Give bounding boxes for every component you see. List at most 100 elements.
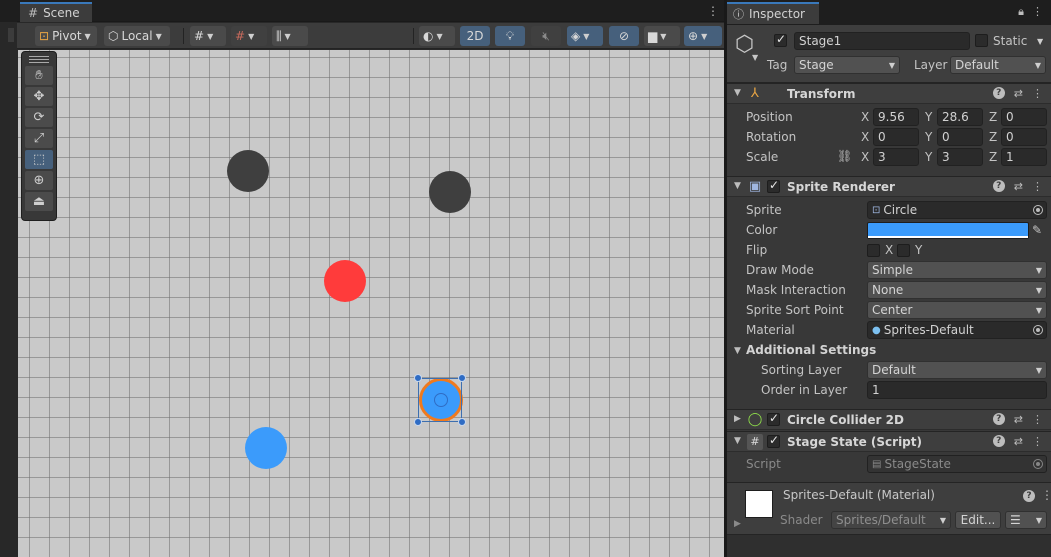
sorting-layer-dropdown[interactable]: Default ▼ xyxy=(867,361,1047,379)
eyedropper-icon[interactable]: ✎ xyxy=(1032,223,1042,237)
tools-overlay: ✋︎ ✥ ⟳ ⤢ ⬚ ⊕ ⏏ xyxy=(21,51,57,221)
gizmo-handle[interactable] xyxy=(414,374,422,382)
object-picker-icon[interactable] xyxy=(1033,205,1043,215)
sprite-renderer-header[interactable]: ▼ ▣ Sprite Renderer ? ⇄ ⋮ xyxy=(727,176,1051,197)
fold-right-icon[interactable]: ▶ xyxy=(734,414,741,424)
collider-enabled-checkbox[interactable] xyxy=(767,411,780,426)
more-vertical-icon[interactable]: ⋮ xyxy=(1032,87,1043,100)
more-vertical-icon[interactable]: ⋮ xyxy=(1032,413,1043,426)
transform-tool-icon[interactable]: ⊕ xyxy=(25,171,53,190)
fold-right-icon[interactable]: ▶ xyxy=(734,519,741,529)
additional-settings-label[interactable]: Additional Settings xyxy=(746,343,876,357)
chevron-down-icon[interactable]: ▼ xyxy=(1037,37,1043,46)
active-checkbox[interactable] xyxy=(774,32,787,47)
scale-y-field[interactable]: 3 xyxy=(937,148,983,166)
gizmo-handle[interactable] xyxy=(458,374,466,382)
position-z-field[interactable]: 0 xyxy=(1001,108,1047,126)
gizmo-handle[interactable] xyxy=(414,418,422,426)
dark-circle-sprite[interactable] xyxy=(429,171,471,213)
scene-visibility-button[interactable]: ⊘ xyxy=(609,26,639,46)
script-enabled-checkbox[interactable] xyxy=(767,433,780,448)
fold-down-icon[interactable]: ▼ xyxy=(734,436,741,446)
space-dropdown[interactable]: ⬡ Local ▼ xyxy=(104,26,170,46)
fold-down-icon[interactable]: ▼ xyxy=(734,88,741,98)
layer-dropdown[interactable]: Default ▼ xyxy=(950,56,1046,74)
stage-state-header[interactable]: ▼ # Stage State (Script) ? ⇄ ⋮ xyxy=(727,431,1051,452)
tag-dropdown[interactable]: Stage ▼ xyxy=(794,56,900,74)
preset-icon[interactable]: ⇄ xyxy=(1014,180,1023,193)
mode-2d-button[interactable]: 2D xyxy=(460,26,490,46)
shader-options-button[interactable]: ☰ ▼ xyxy=(1005,511,1047,529)
object-picker-icon[interactable] xyxy=(1033,325,1043,335)
rotation-y-field[interactable]: 0 xyxy=(937,128,983,146)
scene-viewport[interactable] xyxy=(18,50,724,557)
scale-x-field[interactable]: 3 xyxy=(873,148,919,166)
scale-z-field[interactable]: 1 xyxy=(1001,148,1047,166)
grid-visibility-button[interactable]: ⫼ ▼ xyxy=(272,26,308,46)
red-circle-sprite[interactable] xyxy=(324,260,366,302)
transform-header[interactable]: ▼ ⅄ Transform ? ⇄ ⋮ xyxy=(727,83,1051,104)
edit-shader-button[interactable]: Edit... xyxy=(955,511,1001,529)
more-vertical-icon[interactable]: ⋮ xyxy=(1032,5,1043,19)
sort-point-dropdown[interactable]: Center ▼ xyxy=(867,301,1047,319)
rotation-z-field[interactable]: 0 xyxy=(1001,128,1047,146)
order-in-layer-field[interactable]: 1 xyxy=(867,381,1047,399)
tab-inspector[interactable]: ⓘ Inspector xyxy=(727,2,819,24)
draw-mode-dropdown[interactable]: Simple ▼ xyxy=(867,261,1047,279)
fold-down-icon[interactable]: ▼ xyxy=(734,181,741,191)
position-x-field[interactable]: 9.56 xyxy=(873,108,919,126)
inspector-tabbar: ⓘ Inspector 🔒︎ ⋮ xyxy=(727,0,1051,25)
rect-transform-gizmo[interactable] xyxy=(414,374,466,426)
static-checkbox[interactable] xyxy=(975,34,988,47)
sprite-field[interactable]: ⊡ Circle xyxy=(867,201,1047,219)
grid-snap-button[interactable]: # ▼ xyxy=(190,26,226,46)
sprite-renderer-enabled-checkbox[interactable] xyxy=(767,178,780,193)
rotate-tool-icon[interactable]: ⟳ xyxy=(25,108,53,127)
preset-icon[interactable]: ⇄ xyxy=(1014,413,1023,426)
rect-tool-icon[interactable]: ⬚ xyxy=(25,150,53,169)
help-icon[interactable]: ? xyxy=(992,435,1005,447)
blue-circle-sprite[interactable] xyxy=(245,427,287,469)
drag-grip-icon[interactable] xyxy=(25,54,53,64)
mask-interaction-dropdown[interactable]: None ▼ xyxy=(867,281,1047,299)
more-vertical-icon[interactable]: ⋮ xyxy=(707,4,719,18)
increment-snap-button[interactable]: # ▼ xyxy=(231,26,267,46)
pivot-dropdown[interactable]: ⊡ Pivot ▼ xyxy=(35,26,97,46)
help-icon[interactable]: ? xyxy=(992,87,1005,99)
circle-collider-header[interactable]: ▶ ◯ Circle Collider 2D ? ⇄ ⋮ xyxy=(727,409,1051,430)
material-field[interactable]: ● Sprites-Default xyxy=(867,321,1047,339)
scale-tool-icon[interactable]: ⤢ xyxy=(25,129,53,148)
object-name-field[interactable]: Stage1 xyxy=(794,32,970,50)
color-swatch[interactable] xyxy=(867,222,1029,239)
tab-scene[interactable]: # Scene xyxy=(20,2,92,22)
help-icon[interactable]: ? xyxy=(1023,490,1035,502)
left-edge-handle[interactable] xyxy=(8,28,14,42)
gizmo-handle[interactable] xyxy=(458,418,466,426)
effects-button[interactable]: ◈ ▼ xyxy=(567,26,603,46)
flip-y-checkbox[interactable] xyxy=(897,244,910,257)
preset-icon[interactable]: ⇄ xyxy=(1014,435,1023,448)
lock-icon[interactable]: 🔒︎ xyxy=(1018,5,1024,19)
move-tool-icon[interactable]: ✥ xyxy=(25,87,53,106)
more-vertical-icon[interactable]: ⋮ xyxy=(1032,180,1043,193)
more-vertical-icon[interactable]: ⋮ xyxy=(1032,435,1043,448)
shading-mode-button[interactable]: ◐ ▼ xyxy=(419,26,455,46)
shader-dropdown[interactable]: Sprites/Default ▼ xyxy=(831,511,951,529)
hand-tool-icon[interactable]: ✋︎ xyxy=(25,66,53,85)
more-vertical-icon[interactable]: ⋮ xyxy=(1041,488,1051,502)
rotation-x-field[interactable]: 0 xyxy=(873,128,919,146)
flip-x-checkbox[interactable] xyxy=(867,244,880,257)
chevron-down-icon[interactable]: ▼ xyxy=(752,53,758,62)
link-broken-icon[interactable]: ⛓︎ xyxy=(837,149,852,163)
camera-button[interactable]: ▆ ▼ xyxy=(644,26,680,46)
position-y-field[interactable]: 28.6 xyxy=(937,108,983,126)
dark-circle-sprite[interactable] xyxy=(227,150,269,192)
preset-icon[interactable]: ⇄ xyxy=(1014,87,1023,100)
help-icon[interactable]: ? xyxy=(992,413,1005,425)
custom-tool-icon[interactable]: ⏏ xyxy=(25,192,53,211)
fold-down-icon[interactable]: ▼ xyxy=(734,346,741,356)
audio-button[interactable]: 🔇︎ xyxy=(531,26,561,46)
lighting-button[interactable]: 💡︎ xyxy=(495,26,525,46)
gizmos-button[interactable]: ⊕ ▼ xyxy=(684,26,722,46)
help-icon[interactable]: ? xyxy=(992,180,1005,192)
